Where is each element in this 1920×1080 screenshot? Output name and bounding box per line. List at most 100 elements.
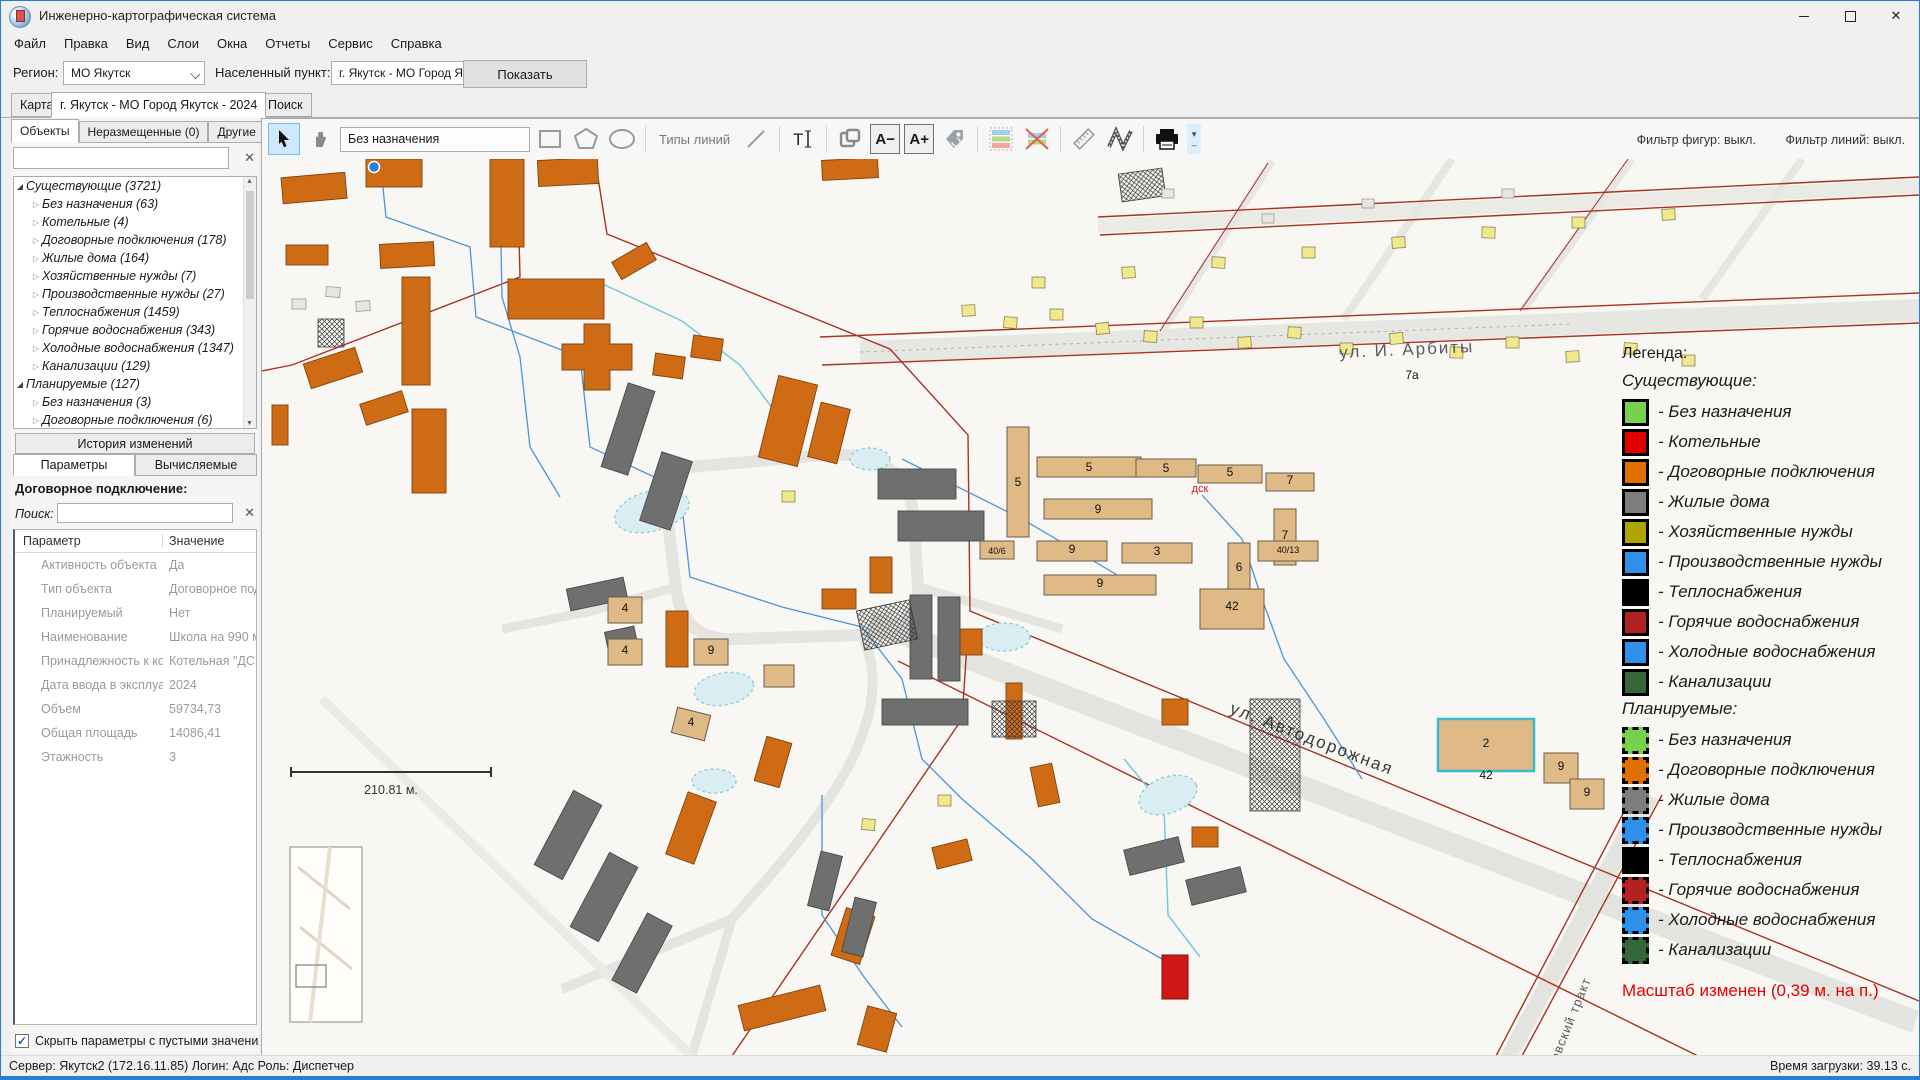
show-button[interactable]: Показать [463, 60, 587, 88]
tree-item[interactable]: ▷Холодные водоснабжения (1347) [14, 339, 256, 357]
rectangle-icon [538, 128, 562, 150]
param-row[interactable]: Этажность3 [15, 745, 256, 769]
objects-subtab-0[interactable]: Объекты [11, 119, 79, 143]
measure-button[interactable] [1068, 123, 1100, 155]
draw-line-button[interactable] [740, 123, 772, 155]
select-tool-button[interactable] [268, 123, 300, 155]
legend-item: - Договорные подключения [1622, 755, 1918, 785]
pan-tool-button[interactable] [304, 123, 336, 155]
refresh-labels-button[interactable] [938, 123, 970, 155]
printer-icon [1154, 127, 1180, 151]
tree-item[interactable]: ▷Без назначения (3) [14, 393, 256, 411]
region-select[interactable]: МО Якутск [63, 61, 205, 85]
legend-label: - Хозяйственные нужды [1658, 522, 1853, 542]
param-tab-0[interactable]: Параметры [13, 454, 135, 476]
objects-subtab-1[interactable]: Неразмещенные (0) [79, 121, 209, 143]
menu-1[interactable]: Правка [55, 33, 117, 54]
print-button[interactable] [1151, 123, 1183, 155]
chevron-down-icon [190, 69, 200, 79]
scale-value: 210.81 м. [290, 783, 492, 797]
param-tab-1[interactable]: Вычисляемые [135, 454, 257, 476]
objects-subtab-2[interactable]: Другие [208, 121, 264, 143]
building-number: 5 [1015, 475, 1022, 489]
scroll-down-icon[interactable]: ▼ [246, 420, 253, 427]
text-tool-button[interactable]: T [787, 123, 819, 155]
objects-search-input[interactable] [13, 147, 229, 169]
font-decrease-button[interactable]: A− [870, 124, 900, 154]
param-row[interactable]: Объем59734,73 [15, 697, 256, 721]
tree-item[interactable]: ▷Котельные (4) [14, 213, 256, 231]
tree-item[interactable]: ▷Теплоснабжения (1459) [14, 303, 256, 321]
menu-4[interactable]: Окна [208, 33, 256, 54]
map-area: Без назначения Типы линий T [261, 118, 1920, 1057]
tree-item[interactable]: ▷Производственные нужды (27) [14, 285, 256, 303]
legend-swatch [1622, 727, 1649, 754]
menu-0[interactable]: Файл [5, 33, 55, 54]
minimize-button[interactable] [1781, 1, 1827, 31]
tree-item[interactable]: ▷Без назначения (63) [14, 195, 256, 213]
building-number: 5 [1163, 461, 1170, 475]
server-status: Сервер: Якутск2 (172.16.11.85) Логин: Ад… [9, 1059, 354, 1073]
building-number: 4 [688, 715, 695, 729]
scrollbar-thumb[interactable] [246, 191, 254, 299]
param-row[interactable]: Принадлежность к коКотельная "ДСК [15, 649, 256, 673]
legend-swatch [1622, 669, 1649, 696]
tree-item[interactable]: ▷Горячие водоснабжения (343) [14, 321, 256, 339]
copy-objects-button[interactable] [834, 123, 866, 155]
draw-ellipse-button[interactable] [606, 123, 638, 155]
legend-item: - Жилые дома [1622, 487, 1918, 517]
main-tab-strip: Карта г. Якутск - МО Город Якутск - 2024… [1, 91, 1919, 118]
hide-empty-checkbox[interactable]: ✓ [15, 1034, 29, 1048]
clear-param-search-icon[interactable]: ✕ [244, 505, 255, 521]
menu-5[interactable]: Отчеты [256, 33, 319, 54]
tree-item[interactable]: ▷Хозяйственные нужды (7) [14, 267, 256, 285]
tree-item[interactable]: ▷Жилые дома (164) [14, 249, 256, 267]
measure-path-button[interactable] [1104, 123, 1136, 155]
assignment-type-select[interactable]: Без назначения [340, 127, 530, 152]
param-row[interactable]: Активность объектаДа [15, 553, 256, 577]
param-search-input[interactable] [57, 503, 233, 523]
tab-search[interactable]: Поиск [259, 93, 312, 117]
param-row[interactable]: Тип объектаДоговорное под [15, 577, 256, 601]
draw-rectangle-button[interactable] [534, 123, 566, 155]
menu-6[interactable]: Сервис [319, 33, 382, 54]
param-row[interactable]: НаименованиеШкола на 990 м [15, 625, 256, 649]
scroll-up-icon[interactable]: ▲ [246, 178, 253, 185]
menu-3[interactable]: Слои [158, 33, 208, 54]
ruler-icon [1071, 126, 1097, 152]
tree-item[interactable]: ▷Договорные подключения (6) [14, 411, 256, 429]
hide-layers-button[interactable] [1021, 123, 1053, 155]
clear-search-icon[interactable]: ✕ [244, 150, 255, 166]
menu-7[interactable]: Справка [382, 33, 451, 54]
title-bar: Инженерно-картографическая система ✕ [1, 1, 1919, 31]
legend-title: Легенда: [1622, 345, 1918, 363]
menu-2[interactable]: Вид [117, 33, 159, 54]
param-row[interactable]: ПланируемыйНет [15, 601, 256, 625]
legend-label: - Канализации [1658, 672, 1771, 692]
close-button[interactable]: ✕ [1873, 1, 1919, 31]
params-tab-strip: ПараметрыВычисляемые [13, 454, 257, 476]
legend-label: - Без назначения [1658, 402, 1792, 422]
history-button[interactable]: История изменений [15, 433, 255, 454]
tree-item[interactable]: ▷Канализации (129) [14, 357, 256, 375]
font-increase-button[interactable]: A+ [904, 124, 934, 154]
param-row[interactable]: Дата ввода в эксплуат2024 [15, 673, 256, 697]
overview-minimap[interactable] [290, 847, 362, 1022]
legend-item: - Канализации [1622, 667, 1918, 697]
draw-polygon-button[interactable] [570, 123, 602, 155]
layers-off-icon [1024, 126, 1050, 152]
legend-item: - Горячие водоснабжения [1622, 875, 1918, 905]
layers-button[interactable] [985, 123, 1017, 155]
tree-group[interactable]: ◢Существующие (3721) [14, 177, 256, 195]
legend-item: - Горячие водоснабжения [1622, 607, 1918, 637]
tree-item[interactable]: ▷Договорные подключения (178) [14, 231, 256, 249]
tree-scrollbar[interactable]: ▲ ▼ [243, 177, 256, 428]
legend-label: - Жилые дома [1658, 492, 1770, 512]
toolbar-overflow-button[interactable]: ▾– [1187, 124, 1201, 154]
street-label: дск [1192, 483, 1209, 495]
tree-group[interactable]: ◢Планируемые (127) [14, 375, 256, 393]
app-icon [9, 6, 31, 28]
param-row[interactable]: Общая площадь14086,41 [15, 721, 256, 745]
tab-city-2024[interactable]: г. Якутск - МО Город Якутск - 2024 [51, 92, 266, 118]
maximize-button[interactable] [1827, 1, 1873, 31]
